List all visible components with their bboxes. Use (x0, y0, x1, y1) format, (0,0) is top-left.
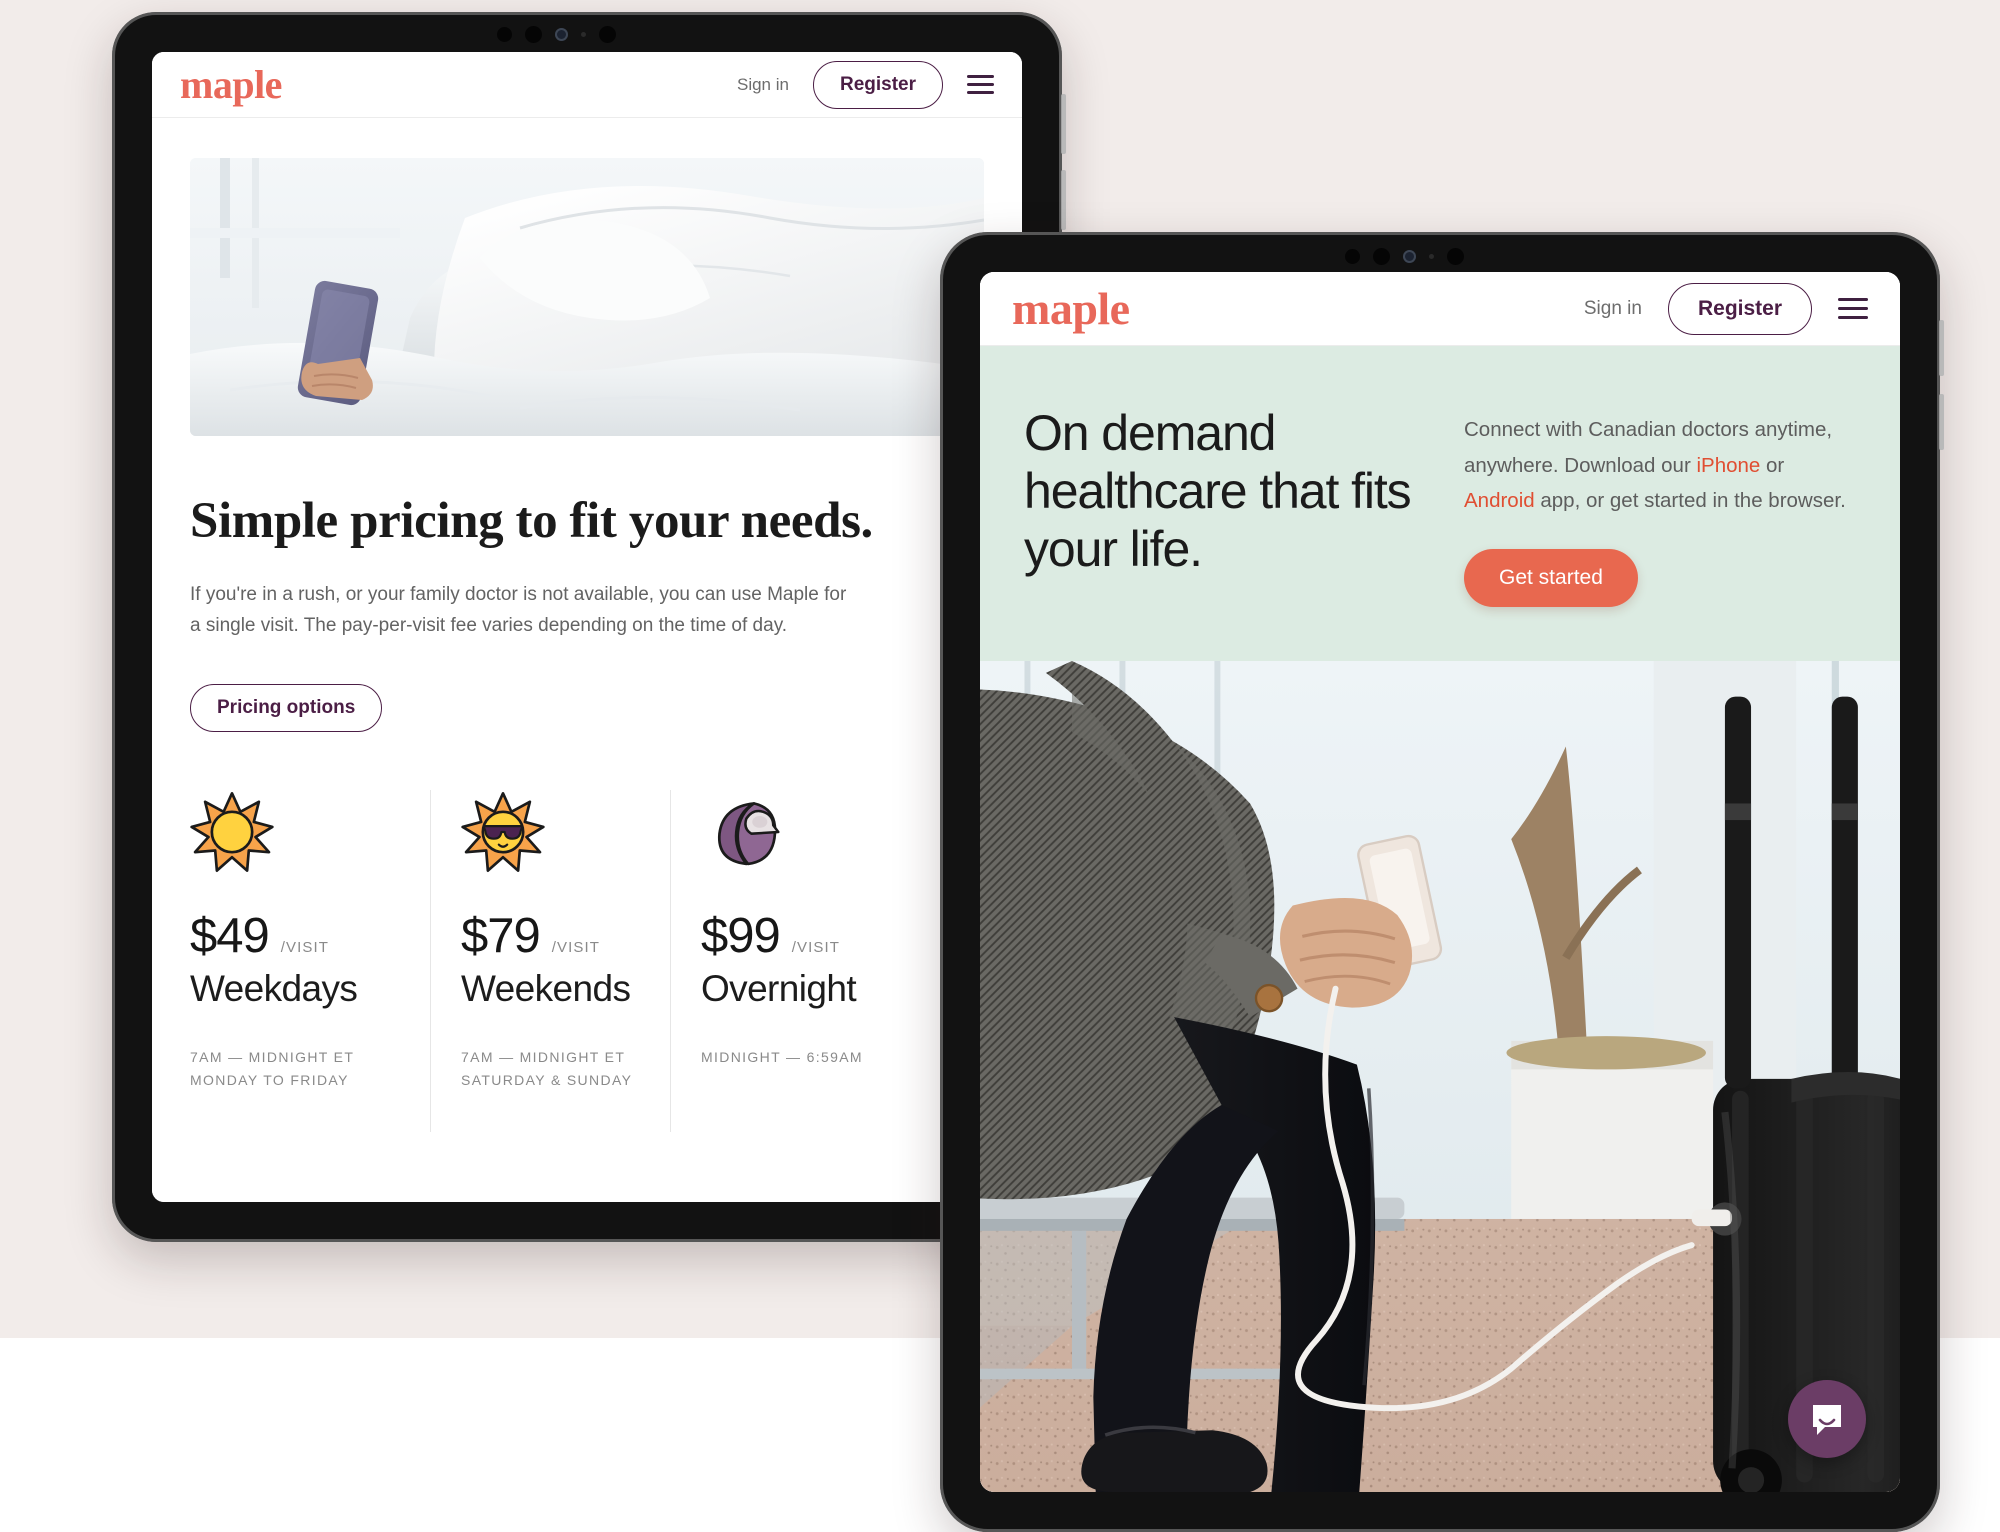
header-nav: Sign in Register (1584, 282, 1868, 335)
register-button[interactable]: Register (812, 60, 943, 109)
hamburger-bar (967, 83, 994, 86)
volume-up-button[interactable] (1939, 320, 1944, 376)
price-row: $99 /VISIT (701, 908, 954, 964)
bezel-dot-tiny (581, 32, 586, 37)
hamburger-bar (967, 75, 994, 78)
hero-image-airport (980, 660, 1900, 1492)
screenshot-stage: maple Sign in Register Simple pricing to… (0, 0, 2000, 1532)
pricing-card-weekdays: $49 /VISIT Weekdays 7AM — MIDNIGHT ET MO… (190, 790, 430, 1132)
pricing-card-hours: MIDNIGHT — 6:59AM (701, 1046, 954, 1069)
hero-description: Connect with Canadian doctors anytime, a… (1464, 412, 1856, 519)
bezel-sensor-row (497, 26, 616, 43)
bezel-dot (1447, 248, 1464, 265)
android-link[interactable]: Android (1464, 489, 1535, 512)
hours-line-2: MONDAY TO FRIDAY (190, 1071, 349, 1088)
bezel-sensor-row (1345, 248, 1464, 265)
page-title: Simple pricing to fit your needs. (190, 493, 873, 549)
tablet-device-back: maple Sign in Register Simple pricing to… (112, 12, 1066, 1242)
pricing-card-title: Weekdays (190, 967, 358, 1009)
hamburger-menu-icon[interactable] (1838, 298, 1868, 319)
front-camera-icon (1403, 250, 1416, 263)
price-amount: $99 (701, 908, 781, 963)
hours-line-1: 7AM — MIDNIGHT ET (190, 1048, 355, 1065)
hamburger-menu-icon[interactable] (967, 75, 994, 94)
price-row: $79 /VISIT (461, 908, 640, 964)
hours-line-2: SATURDAY & SUNDAY (461, 1071, 633, 1088)
hamburger-bar (967, 91, 994, 94)
tablet-back-screen: maple Sign in Register Simple pricing to… (152, 52, 1022, 1202)
iphone-link[interactable]: iPhone (1696, 454, 1760, 477)
sign-in-link[interactable]: Sign in (737, 75, 789, 95)
sun-with-sunglasses-icon (461, 791, 545, 872)
site-header: maple Sign in Register (980, 272, 1900, 346)
airport-scene-illustration (980, 660, 1900, 1492)
price-amount: $49 (190, 908, 270, 963)
hours-line-1: 7AM — MIDNIGHT ET (461, 1048, 626, 1065)
pricing-card-weekends: $79 /VISIT Weekends 7AM — MIDNIGHT ET SA… (430, 789, 670, 1132)
pricing-content: Simple pricing to fit your needs. If you… (152, 492, 1022, 1132)
pricing-card-hours: 7AM — MIDNIGHT ET SATURDAY & SUNDAY (461, 1046, 640, 1092)
bezel-dot (497, 27, 512, 42)
register-button[interactable]: Register (1667, 282, 1812, 335)
hamburger-bar (1838, 306, 1868, 311)
get-started-button[interactable]: Get started (1464, 548, 1638, 607)
pricing-card-title: Overnight (701, 967, 857, 1009)
pricing-card-list: $49 /VISIT Weekdays 7AM — MIDNIGHT ET MO… (190, 789, 984, 1132)
bezel-dot-tiny (1429, 254, 1434, 259)
maple-pricing-page: maple Sign in Register Simple pricing to… (152, 52, 1022, 1202)
tablet-device-front: maple Sign in Register On demand healthc… (940, 232, 1944, 1532)
bed-scene-illustration (190, 158, 984, 436)
bezel-dot (1345, 249, 1360, 264)
maple-home-page: maple Sign in Register On demand healthc… (980, 272, 1900, 1492)
hero-image-bed (190, 158, 984, 436)
price-amount: $79 (461, 908, 541, 963)
price-unit: /VISIT (280, 938, 330, 956)
volume-down-button[interactable] (1939, 394, 1944, 450)
hero-left-column: On demand healthcare that fits your life… (1024, 404, 1424, 607)
maple-logo[interactable]: maple (1012, 282, 1130, 335)
hero-right-column: Connect with Canadian doctors anytime, a… (1464, 404, 1856, 607)
hero-copy-part-2: or (1760, 453, 1785, 477)
page-description: If you're in a rush, or your family doct… (190, 584, 847, 636)
pricing-card-hours: 7AM — MIDNIGHT ET MONDAY TO FRIDAY (190, 1046, 400, 1092)
hero-banner: On demand healthcare that fits your life… (980, 346, 1900, 661)
front-camera-icon (555, 28, 568, 41)
volume-down-button[interactable] (1061, 170, 1066, 230)
price-unit: /VISIT (791, 938, 841, 956)
tablet-front-screen: maple Sign in Register On demand healthc… (980, 272, 1900, 1492)
bezel-dot (525, 26, 542, 43)
pricing-card-title: Weekends (461, 967, 631, 1009)
hero-copy-part-3: app, or get started in the browser. (1534, 489, 1846, 513)
sign-in-link[interactable]: Sign in (1584, 298, 1642, 320)
price-unit: /VISIT (551, 938, 601, 956)
bezel-dot (599, 26, 616, 43)
sun-icon (190, 791, 274, 872)
hamburger-bar (1838, 298, 1868, 302)
chat-bubble-icon (1813, 1405, 1841, 1435)
pricing-options-button[interactable]: Pricing options (190, 683, 383, 732)
hero-headline: On demand healthcare that fits your life… (1024, 405, 1412, 577)
crescent-moon-icon (718, 801, 780, 865)
maple-logo[interactable]: maple (180, 61, 282, 108)
header-nav: Sign in Register (737, 60, 994, 109)
chat-launcher-button[interactable] (1788, 1380, 1866, 1458)
bezel-dot (1373, 248, 1390, 265)
site-header: maple Sign in Register (152, 52, 1022, 118)
hours-line-1: MIDNIGHT — 6:59AM (701, 1048, 863, 1065)
volume-up-button[interactable] (1061, 94, 1066, 154)
price-row: $49 /VISIT (190, 908, 400, 964)
pricing-card-overnight: $99 /VISIT Overnight MIDNIGHT — 6:59AM (670, 789, 984, 1132)
hamburger-bar (1838, 315, 1868, 319)
